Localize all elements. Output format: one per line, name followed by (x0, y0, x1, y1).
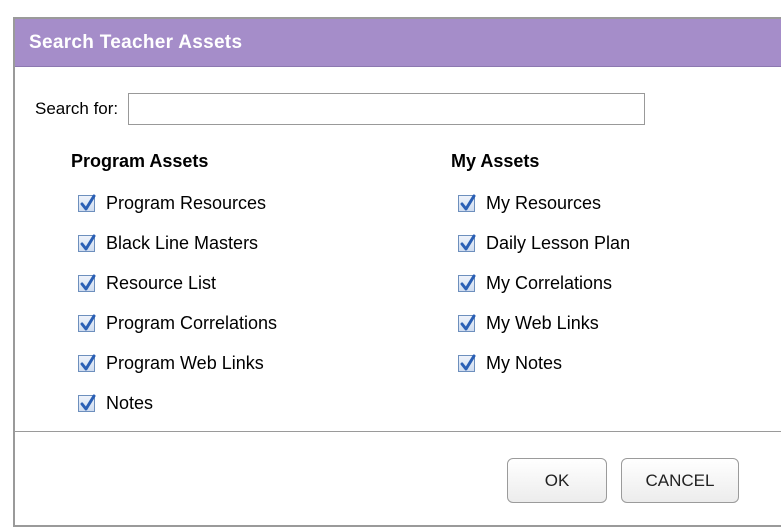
my-asset-item[interactable]: My Resources (458, 183, 630, 223)
search-label: Search for: (35, 99, 119, 118)
my-assets-list: My Resources Daily Lesson Plan My Correlat… (451, 183, 630, 383)
program-asset-item-label: Notes (106, 392, 154, 413)
my-asset-item-label: Daily Lesson Plan (486, 232, 631, 253)
dialog-title-bar: Search Teacher Assets (15, 19, 781, 67)
checkbox-checked-icon[interactable] (458, 274, 476, 292)
my-asset-item[interactable]: My Correlations (458, 263, 630, 303)
program-asset-item-label: Program Correlations (106, 312, 278, 333)
checkbox-checked-icon[interactable] (458, 314, 476, 332)
checkbox-checked-icon[interactable] (458, 194, 476, 212)
program-asset-item[interactable]: Notes (78, 383, 277, 423)
dialog-title: Search Teacher Assets (29, 31, 243, 53)
checkbox-checked-icon[interactable] (458, 354, 476, 372)
checkbox-checked-icon[interactable] (78, 354, 96, 372)
program-asset-item-label: Black Line Masters (106, 232, 259, 253)
program-asset-item-label: Program Resources (106, 192, 267, 213)
checkbox-checked-icon[interactable] (78, 394, 96, 412)
program-assets-heading: Program Assets (71, 151, 209, 171)
checkbox-checked-icon[interactable] (78, 314, 96, 332)
checkbox-checked-icon[interactable] (78, 234, 96, 252)
program-asset-item[interactable]: Resource List (78, 263, 277, 303)
program-asset-item[interactable]: Program Web Links (78, 343, 277, 383)
program-asset-item-label: Program Web Links (106, 352, 264, 373)
search-input[interactable] (128, 93, 646, 125)
program-asset-item[interactable]: Black Line Masters (78, 223, 277, 263)
my-asset-item[interactable]: My Web Links (458, 303, 630, 343)
my-asset-item-label: My Web Links (486, 312, 599, 333)
my-asset-item-label: My Correlations (486, 272, 613, 293)
search-teacher-assets-dialog: Search Teacher Assets Search for: Progra… (13, 17, 781, 527)
checkbox-checked-icon[interactable] (458, 234, 476, 252)
my-asset-item-label: My Notes (486, 352, 563, 373)
my-asset-item[interactable]: Daily Lesson Plan (458, 223, 630, 263)
cancel-button[interactable]: CANCEL (621, 458, 739, 503)
my-assets-heading: My Assets (451, 151, 540, 171)
checkbox-checked-icon[interactable] (78, 274, 96, 292)
program-assets-list: Program Resources Black Line Masters Resou… (71, 183, 277, 423)
program-asset-item[interactable]: Program Correlations (78, 303, 277, 343)
search-row: Search for: (35, 93, 646, 125)
checkbox-checked-icon[interactable] (78, 194, 96, 212)
program-asset-item[interactable]: Program Resources (78, 183, 277, 223)
my-asset-item-label: My Resources (486, 192, 602, 213)
my-assets-column: My Assets My Resources Daily Lesson Plan M… (451, 149, 630, 383)
my-asset-item[interactable]: My Notes (458, 343, 630, 383)
dialog-footer: OK CANCEL (15, 431, 781, 525)
ok-button[interactable]: OK (507, 458, 607, 503)
program-asset-item-label: Resource List (106, 272, 217, 293)
program-assets-column: Program Assets Program Resources Black Li… (71, 149, 277, 423)
